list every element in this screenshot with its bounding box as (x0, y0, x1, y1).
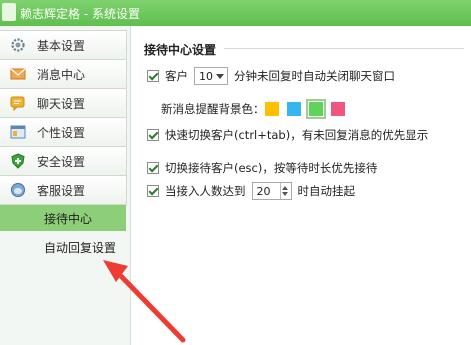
subitem-reception-center[interactable]: 接待中心 (0, 205, 126, 231)
gear-icon (11, 38, 25, 52)
chevron-down-icon[interactable] (281, 192, 288, 196)
color-swatch-blue[interactable] (286, 102, 301, 116)
color-swatch-pink[interactable] (330, 102, 345, 116)
quick-switch-row: 快速切换客户(ctrl+tab)，有未回复消息的优先显示 (147, 125, 428, 145)
stepper-value: 20 (256, 185, 271, 198)
chevron-down-icon (216, 74, 224, 79)
quick-switch-label: 快速切换客户(ctrl+tab)，有未回复消息的优先显示 (165, 128, 429, 142)
sidebar-item-security-settings[interactable]: 安全设置 (0, 146, 127, 176)
sidebar-item-label: 个性设置 (37, 126, 86, 140)
limit-stepper[interactable]: 20 (251, 182, 292, 200)
sidebar-item-label: 客服设置 (37, 184, 86, 198)
subitem-label: 接待中心 (44, 212, 93, 226)
section-title: 接待中心设置 (144, 43, 217, 57)
window-icon (10, 125, 26, 139)
subitem-auto-reply-settings[interactable]: 自动回复设置 (0, 234, 126, 260)
section-divider (224, 48, 464, 49)
sidebar-item-label: 聊天设置 (37, 97, 86, 111)
sidebar: 基本设置 消息中心 聊天设置 个性设置 安全设置 客服设置 接待中心 自动回复设… (0, 26, 131, 345)
auto-close-prefix: 客户 (165, 69, 188, 83)
sidebar-item-customer-service[interactable]: 客服设置 (0, 175, 127, 205)
auto-close-suffix: 分钟未回复时自动关闭聊天窗口 (234, 69, 395, 83)
auto-close-checkbox[interactable] (147, 70, 159, 82)
color-swatch-green[interactable] (305, 99, 326, 119)
bg-color-label: 新消息提醒背景色： (161, 102, 265, 116)
window-title: 赖志辉定格 - 系统设置 (20, 7, 140, 21)
sidebar-item-message-center[interactable]: 消息中心 (0, 59, 127, 89)
auto-close-row: 客户 10 分钟未回复时自动关闭聊天窗口 (147, 66, 395, 86)
switch-reception-label: 切换接待客户(esc)，按等待时长优先接待 (165, 161, 378, 175)
limit-checkbox[interactable] (147, 185, 159, 197)
shield-icon (11, 153, 25, 169)
switch-reception-row: 切换接待客户(esc)，按等待时长优先接待 (147, 158, 377, 178)
select-value: 10 (199, 70, 213, 83)
chat-icon (10, 96, 25, 111)
sidebar-item-basic-settings[interactable]: 基本设置 (0, 30, 127, 60)
switch-reception-checkbox[interactable] (147, 162, 159, 174)
envelope-icon (10, 68, 26, 80)
sidebar-item-label: 消息中心 (37, 68, 86, 82)
title-bar: 赖志辉定格 - 系统设置 (0, 0, 471, 26)
sidebar-item-label: 基本设置 (37, 39, 86, 53)
quick-switch-checkbox[interactable] (147, 129, 159, 141)
sidebar-item-personal-settings[interactable]: 个性设置 (0, 117, 127, 147)
stepper-buttons[interactable] (279, 183, 291, 199)
settings-panel: 接待中心设置 客户 10 分钟未回复时自动关闭聊天窗口 新消息提醒背景色： 快速… (131, 26, 471, 345)
color-swatch-yellow[interactable] (264, 102, 279, 116)
limit-row: 当接入人数达到 20 时自动挂起 (147, 181, 355, 201)
limit-prefix: 当接入人数达到 (165, 184, 246, 198)
sidebar-item-label: 安全设置 (37, 155, 86, 169)
subitem-label: 自动回复设置 (44, 241, 117, 255)
chevron-up-icon[interactable] (281, 186, 288, 190)
headset-icon (11, 183, 25, 197)
auto-close-minutes-select[interactable]: 10 (194, 67, 228, 85)
sidebar-item-chat-settings[interactable]: 聊天设置 (0, 88, 127, 118)
limit-suffix: 时自动挂起 (297, 184, 356, 198)
bg-color-row: 新消息提醒背景色： (161, 99, 353, 119)
app-logo (2, 3, 16, 21)
